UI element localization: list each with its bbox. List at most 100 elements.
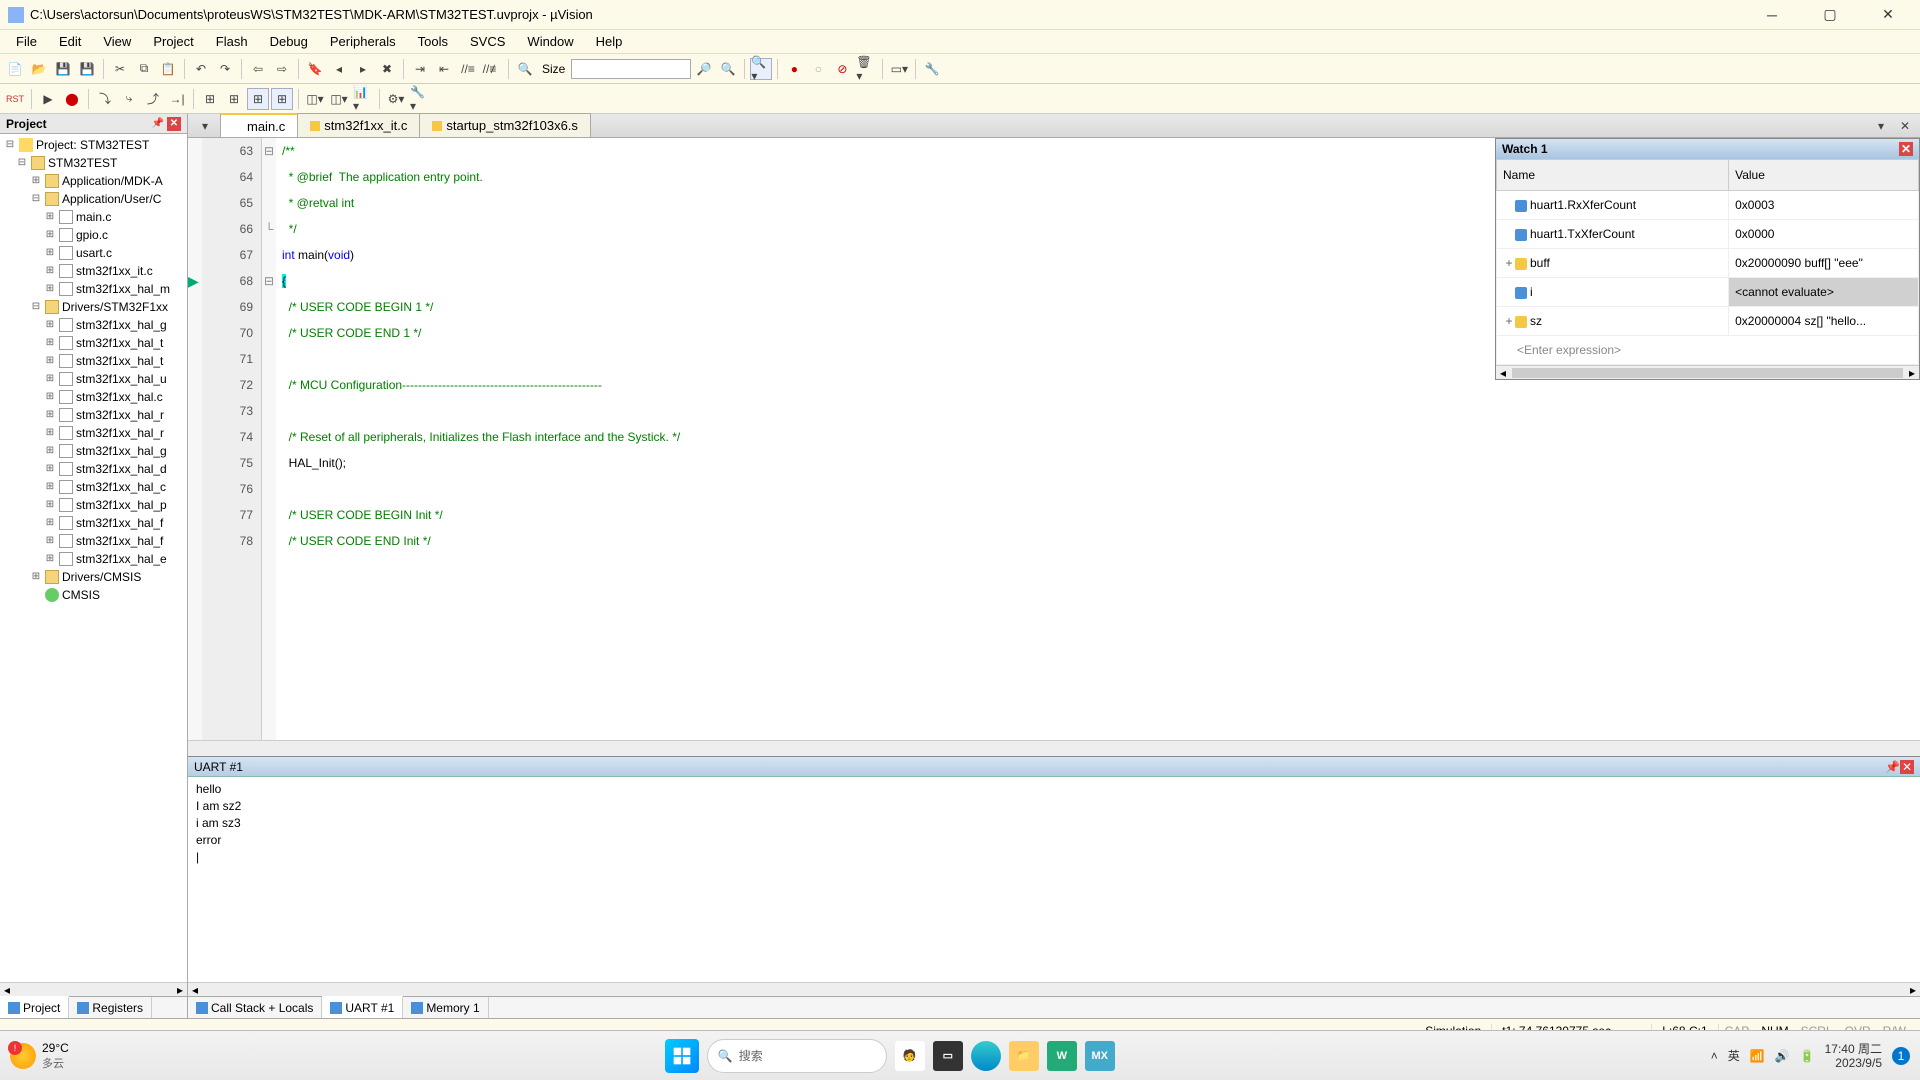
menu-help[interactable]: Help (586, 32, 633, 51)
menu-view[interactable]: View (93, 32, 141, 51)
show2-icon[interactable]: ⊞ (223, 88, 245, 110)
registers-tab[interactable]: Registers (69, 997, 152, 1018)
memory-tab[interactable]: Memory 1 (403, 997, 488, 1018)
stepover-icon[interactable]: ⤷ (118, 88, 140, 110)
menu-peripherals[interactable]: Peripherals (320, 32, 406, 51)
taskbar-weather[interactable]: ! 29°C 多云 (10, 1041, 69, 1071)
watch-close-icon[interactable]: ✕ (1899, 142, 1913, 156)
saveall-icon[interactable]: 💾 (76, 58, 98, 80)
config-icon[interactable]: 🔧 (921, 58, 943, 80)
watch-row[interactable]: huart1.RxXferCount0x0003 (1497, 191, 1919, 220)
close-button[interactable]: ✕ (1868, 1, 1908, 29)
tray-battery-icon[interactable]: 🔋 (1800, 1049, 1815, 1063)
tab-dropdown-icon[interactable]: ▾ (194, 115, 216, 137)
new-icon[interactable]: 📄 (4, 58, 26, 80)
redo-icon[interactable]: ↷ (214, 58, 236, 80)
uart-tab[interactable]: UART #1 (322, 996, 403, 1018)
uart-pin-icon[interactable]: 📌 (1885, 760, 1900, 774)
project-file[interactable]: ⊞stm32f1xx_hal_c (2, 478, 185, 496)
scroll-right-icon[interactable]: ▸ (173, 983, 187, 996)
outdent-icon[interactable]: ⇤ (433, 58, 455, 80)
project-file[interactable]: ⊞stm32f1xx_hal_f (2, 514, 185, 532)
project-file[interactable]: ⊞stm32f1xx_hal_d (2, 460, 185, 478)
taskbar-app-wps[interactable]: W (1047, 1041, 1077, 1071)
findinfiles-icon[interactable]: 🔎 (693, 58, 715, 80)
record2-icon[interactable]: ○ (807, 58, 829, 80)
uart-console[interactable]: helloI am sz2i am sz3error| (188, 777, 1920, 982)
navfwd-icon[interactable]: ⇨ (271, 58, 293, 80)
taskbar-app-explorer[interactable]: 📁 (1009, 1041, 1039, 1071)
window3-icon[interactable]: ◫▾ (328, 88, 350, 110)
code-editor[interactable]: ▶ 63646566676869707172737475767778 ⊟└⊟ /… (188, 138, 1920, 740)
project-tab[interactable]: Project (0, 996, 69, 1018)
stepin-icon[interactable]: ⤵ (94, 88, 116, 110)
record3-icon[interactable]: ⊘ (831, 58, 853, 80)
watch-col-value[interactable]: Value (1729, 160, 1919, 191)
bookmark-next-icon[interactable]: ▸ (352, 58, 374, 80)
editor-tab[interactable]: main.c (220, 113, 298, 137)
runto-icon[interactable]: →| (166, 88, 188, 110)
indent-icon[interactable]: ⇥ (409, 58, 431, 80)
show1-icon[interactable]: ⊞ (199, 88, 221, 110)
window2-icon[interactable]: ◫▾ (304, 88, 326, 110)
watch-col-name[interactable]: Name (1497, 160, 1729, 191)
window-icon[interactable]: ▭▾ (888, 58, 910, 80)
tray-volume-icon[interactable]: 🔊 (1775, 1049, 1790, 1063)
project-group[interactable]: ⊟Application/User/C (2, 190, 185, 208)
watch-window[interactable]: Watch 1 ✕ Name Value huart1.RxXferCount0… (1495, 138, 1920, 380)
taskbar-app-2[interactable]: ▭ (933, 1041, 963, 1071)
bookmark-clear-icon[interactable]: ✖ (376, 58, 398, 80)
project-file[interactable]: ⊞stm32f1xx_hal_m (2, 280, 185, 298)
copy-icon[interactable]: ⧉ (133, 58, 155, 80)
comment-icon[interactable]: //≡ (457, 58, 479, 80)
project-cmsis[interactable]: CMSIS (2, 586, 185, 604)
uart-scroll-right-icon[interactable]: ▸ (1906, 983, 1920, 996)
navback-icon[interactable]: ⇦ (247, 58, 269, 80)
tray-wifi-icon[interactable]: 📶 (1750, 1049, 1765, 1063)
editor-hscroll[interactable] (188, 740, 1920, 756)
project-file[interactable]: ⊞stm32f1xx_hal_t (2, 334, 185, 352)
watch-row[interactable]: +buff0x20000090 buff[] "eee" (1497, 249, 1919, 278)
project-file[interactable]: ⊞stm32f1xx_hal_p (2, 496, 185, 514)
panel-pin-icon[interactable]: 📌 (151, 117, 165, 131)
taskbar-search[interactable]: 🔍 搜索 (707, 1039, 887, 1073)
project-file[interactable]: ⊞stm32f1xx_hal.c (2, 388, 185, 406)
cut-icon[interactable]: ✂ (109, 58, 131, 80)
project-target[interactable]: ⊟STM32TEST (2, 154, 185, 172)
taskbar-app-edge[interactable] (971, 1041, 1001, 1071)
project-group[interactable]: ⊞Application/MDK-A (2, 172, 185, 190)
run-icon[interactable]: ▶ (37, 88, 59, 110)
callstack-tab[interactable]: Call Stack + Locals (188, 997, 322, 1018)
menu-flash[interactable]: Flash (206, 32, 258, 51)
incremental-icon[interactable]: 🔍 (717, 58, 739, 80)
project-file[interactable]: ⊞stm32f1xx_hal_f (2, 532, 185, 550)
project-file[interactable]: ⊞stm32f1xx_hal_e (2, 550, 185, 568)
project-file[interactable]: ⊞main.c (2, 208, 185, 226)
watch-scrollbar[interactable]: ◂▸ (1496, 365, 1919, 379)
menu-edit[interactable]: Edit (49, 32, 91, 51)
project-file[interactable]: ⊞stm32f1xx_it.c (2, 262, 185, 280)
stepout-icon[interactable]: ⤴ (142, 88, 164, 110)
tab-close-icon[interactable]: ✕ (1894, 115, 1916, 137)
paste-icon[interactable]: 📋 (157, 58, 179, 80)
record-icon[interactable]: ● (783, 58, 805, 80)
menu-tools[interactable]: Tools (408, 32, 458, 51)
menu-window[interactable]: Window (517, 32, 583, 51)
project-file[interactable]: ⊞stm32f1xx_hal_u (2, 370, 185, 388)
tools2-icon[interactable]: 🔧▾ (409, 88, 431, 110)
watch-enter[interactable]: <Enter expression> (1497, 336, 1919, 365)
find-icon[interactable]: 🔍 (514, 58, 536, 80)
menu-project[interactable]: Project (143, 32, 203, 51)
minimize-button[interactable]: ─ (1752, 1, 1792, 29)
system-tray[interactable]: ˄ 英 📶 🔊 🔋 17:40 周二 2023/9/5 1 (1711, 1042, 1910, 1070)
watch-row[interactable]: huart1.TxXferCount0x0000 (1497, 220, 1919, 249)
project-group[interactable]: ⊞Drivers/CMSIS (2, 568, 185, 586)
uart-close-icon[interactable]: ✕ (1900, 760, 1914, 774)
editor-tab[interactable]: startup_stm32f103x6.s (419, 113, 591, 137)
system-icon[interactable]: ⚙▾ (385, 88, 407, 110)
menu-debug[interactable]: Debug (260, 32, 318, 51)
project-file[interactable]: ⊞stm32f1xx_hal_t (2, 352, 185, 370)
menu-file[interactable]: File (6, 32, 47, 51)
kill-icon[interactable]: 🗑▾ (855, 58, 877, 80)
uart-scroll-left-icon[interactable]: ◂ (188, 983, 202, 996)
